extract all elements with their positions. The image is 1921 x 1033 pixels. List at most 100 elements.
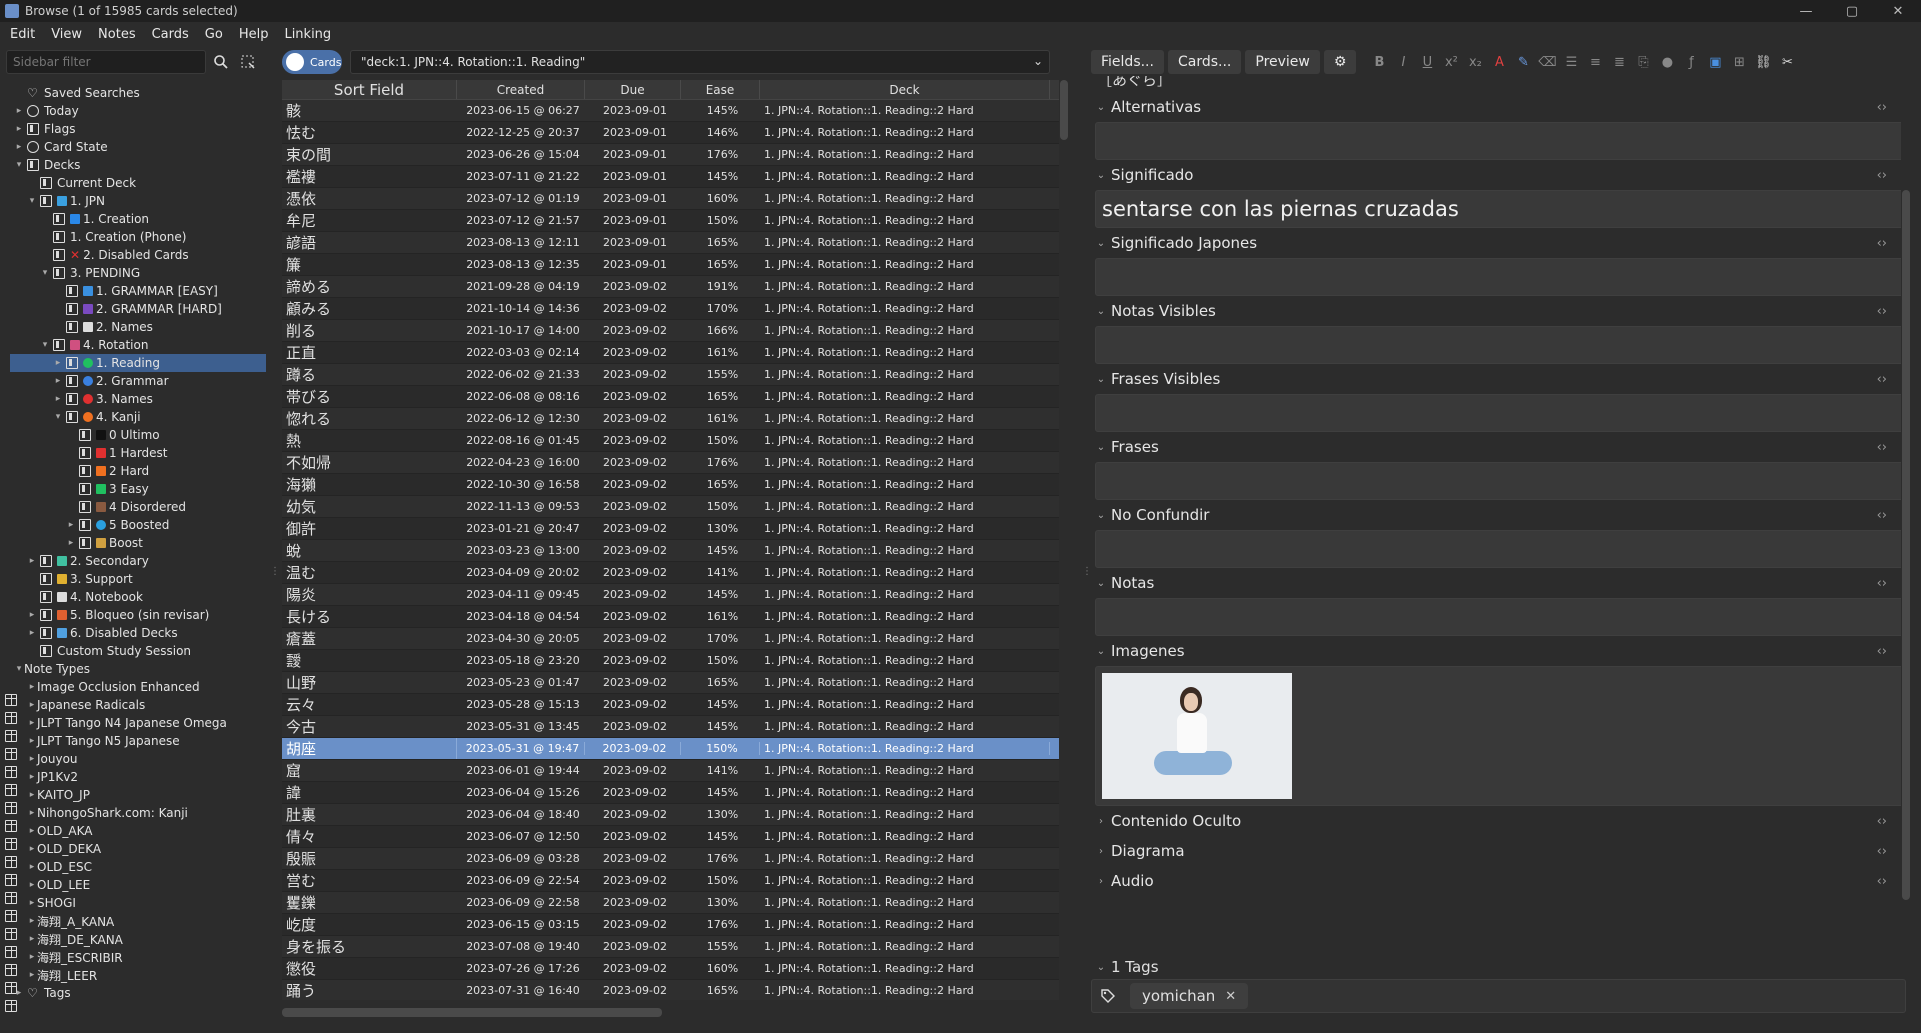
- table-row[interactable]: 営む 2023-06-09 @ 22:54 2023-09-02 150% 1. JPN…: [282, 870, 1059, 892]
- table-row[interactable]: 諦める 2021-09-28 @ 04:19 2023-09-02 191% 1. JP…: [282, 276, 1059, 298]
- field-input[interactable]: [1095, 530, 1901, 568]
- chevron-right-icon[interactable]: ▸: [27, 898, 37, 908]
- chevron-right-icon[interactable]: ▸: [27, 772, 37, 782]
- chevron-down-icon[interactable]: ⌄: [1091, 238, 1111, 249]
- preview-button[interactable]: Preview: [1245, 50, 1320, 74]
- chevron-right-icon[interactable]: ▸: [27, 880, 37, 890]
- table-row[interactable]: 云々 2023-05-28 @ 15:13 2023-09-02 145% 1. JPN…: [282, 694, 1059, 716]
- field-input[interactable]: [1095, 598, 1901, 636]
- table-row[interactable]: 惚れる 2022-06-12 @ 12:30 2023-09-02 161% 1. JP…: [282, 408, 1059, 430]
- sidebar-item[interactable]: ▾ Note Types: [0, 660, 275, 706]
- sidebar-item[interactable]: ▾ Decks: [0, 156, 275, 174]
- chevron-down-icon[interactable]: ⌄: [1091, 510, 1111, 521]
- sidebar-item[interactable]: ▸ JP1Kv2: [0, 768, 275, 814]
- table-row[interactable]: 御許 2023-01-21 @ 20:47 2023-09-02 130% 1. JPN…: [282, 518, 1059, 540]
- table-row[interactable]: 帯びる 2022-06-08 @ 08:16 2023-09-02 165% 1. JP…: [282, 386, 1059, 408]
- chevron-right-icon[interactable]: ▸: [27, 628, 37, 638]
- chevron-right-icon[interactable]: ▸: [14, 106, 24, 116]
- horizontal-scrollbar[interactable]: [282, 1008, 662, 1017]
- table-row[interactable]: 正直 2022-03-03 @ 02:14 2023-09-02 161% 1. JPN…: [282, 342, 1059, 364]
- chevron-right-icon[interactable]: ▸: [27, 808, 37, 818]
- chevron-right-icon[interactable]: ▸: [27, 736, 37, 746]
- sidebar-item[interactable]: ▸ OLD_LEE: [0, 876, 275, 922]
- sidebar-item[interactable]: ▸ NihongoShark.com: Kanji: [0, 804, 275, 850]
- sidebar-item[interactable]: ✕ 2. Disabled Cards: [0, 246, 275, 264]
- sidebar-item[interactable]: ▸ JLPT Tango N5 Japanese: [0, 732, 275, 778]
- table-row[interactable]: 不如帰 2022-04-23 @ 16:00 2023-09-02 176% 1. JP…: [282, 452, 1059, 474]
- sidebar-item[interactable]: ▸ 海翔_LEER: [0, 966, 275, 1012]
- unlink-icon[interactable]: ✂: [1776, 51, 1798, 73]
- column-deck[interactable]: Deck: [760, 80, 1050, 99]
- sidebar-item[interactable]: Current Deck: [0, 174, 275, 192]
- html-editor-icon[interactable]: ‹›: [1877, 874, 1887, 889]
- sidebar-item[interactable]: ▸ KAITO_JP: [0, 786, 275, 832]
- table-row[interactable]: 靉 2023-05-18 @ 23:20 2023-09-02 150% 1. JPN:…: [282, 650, 1059, 672]
- chevron-right-icon[interactable]: ▸: [27, 916, 37, 926]
- sidebar-item[interactable]: ▸ 2. Secondary: [0, 552, 275, 570]
- field-label[interactable]: ⌄ Notas Visibles ‹›: [1091, 296, 1901, 326]
- column-ease[interactable]: Ease: [681, 80, 760, 99]
- table-row[interactable]: 倩々 2023-06-07 @ 12:50 2023-09-02 145% 1. JPN…: [282, 826, 1059, 848]
- sidebar-item[interactable]: ▸ Today: [0, 102, 275, 120]
- field-input[interactable]: [1095, 258, 1901, 296]
- field-label[interactable]: ⌄ Notas ‹›: [1091, 568, 1901, 598]
- chevron-right-icon[interactable]: ▸: [27, 970, 37, 980]
- table-row[interactable]: 温む 2023-04-09 @ 20:02 2023-09-02 141% 1. JPN…: [282, 562, 1059, 584]
- gear-icon[interactable]: ⚙: [1323, 50, 1357, 74]
- sidebar-item[interactable]: ▾ 4. Kanji: [0, 408, 275, 426]
- html-editor-icon[interactable]: ‹›: [1877, 814, 1887, 829]
- sidebar-item[interactable]: ▸ Image Occlusion Enhanced: [0, 678, 275, 724]
- sidebar-item[interactable]: ▸ ♡ Tags: [0, 984, 275, 1002]
- table-row[interactable]: 肚裏 2023-06-04 @ 18:40 2023-09-02 130% 1. JPN…: [282, 804, 1059, 826]
- subscript-icon[interactable]: x₂: [1464, 51, 1486, 73]
- column-sort-field[interactable]: Sort Field: [282, 80, 457, 99]
- chevron-right-icon[interactable]: ▸: [27, 844, 37, 854]
- table-row[interactable]: 陽炎 2023-04-11 @ 09:45 2023-09-02 145% 1. JPN…: [282, 584, 1059, 606]
- table-row[interactable]: 瘡蓋 2023-04-30 @ 20:05 2023-09-02 170% 1. JPN…: [282, 628, 1059, 650]
- sidebar-item[interactable]: ▾ 3. PENDING: [0, 264, 275, 282]
- chevron-down-icon[interactable]: ▾: [14, 160, 24, 170]
- table-row[interactable]: 山野 2023-05-23 @ 01:47 2023-09-02 165% 1. JPN…: [282, 672, 1059, 694]
- table-row[interactable]: 幼気 2022-11-13 @ 09:53 2023-09-02 150% 1. JPN…: [282, 496, 1059, 518]
- sidebar-splitter[interactable]: ⋮: [270, 566, 280, 582]
- table-row[interactable]: 束の間 2023-06-26 @ 15:04 2023-09-01 176% 1. JP…: [282, 144, 1059, 166]
- sidebar-item[interactable]: ▸ SHOGI: [0, 894, 275, 940]
- table-row[interactable]: 殷賑 2023-06-09 @ 03:28 2023-09-02 176% 1. JPN…: [282, 848, 1059, 870]
- chevron-right-icon[interactable]: ▸: [27, 952, 37, 962]
- attach-icon[interactable]: ⎘: [1632, 51, 1654, 73]
- sidebar-item[interactable]: 0 Ultimo: [0, 426, 275, 444]
- chevron-right-icon[interactable]: ▸: [14, 988, 24, 998]
- chevron-down-icon[interactable]: ⌄: [1091, 102, 1111, 113]
- editor-scrollbar[interactable]: [1902, 190, 1910, 900]
- bold-icon[interactable]: B: [1368, 51, 1390, 73]
- sidebar-item[interactable]: 1. GRAMMAR [EASY]: [0, 282, 275, 300]
- vertical-scrollbar[interactable]: [1060, 80, 1068, 140]
- html-editor-icon[interactable]: ‹›: [1877, 644, 1887, 659]
- table-row[interactable]: 海獺 2022-10-30 @ 16:58 2023-09-02 165% 1. JPN…: [282, 474, 1059, 496]
- chevron-right-icon[interactable]: ▸: [66, 520, 76, 530]
- chevron-down-icon[interactable]: ▾: [40, 268, 50, 278]
- field-label[interactable]: ⌄ Alternativas ‹›: [1091, 92, 1901, 122]
- chevron-right-icon[interactable]: ▸: [27, 700, 37, 710]
- table-row[interactable]: 屹度 2023-06-15 @ 03:15 2023-09-02 176% 1. JPN…: [282, 914, 1059, 936]
- chevron-down-icon[interactable]: ▾: [40, 340, 50, 350]
- field-label[interactable]: ⌄ No Confundir ‹›: [1091, 500, 1901, 530]
- table-row[interactable]: 長ける 2023-04-18 @ 04:54 2023-09-02 161% 1. JP…: [282, 606, 1059, 628]
- eraser-icon[interactable]: ⌫: [1536, 51, 1558, 73]
- html-editor-icon[interactable]: ‹›: [1877, 372, 1887, 387]
- sidebar-item[interactable]: ▾ 1. JPN: [0, 192, 275, 210]
- sidebar-item[interactable]: ▸ JLPT Tango N4 Japanese Omega: [0, 714, 275, 760]
- sidebar-item[interactable]: ♡ Saved Searches: [0, 84, 275, 102]
- chevron-right-icon[interactable]: ▸: [27, 682, 37, 692]
- table-row[interactable]: 熱 2022-08-16 @ 01:45 2023-09-02 150% 1. JPN:…: [282, 430, 1059, 452]
- chevron-right-icon[interactable]: ›: [1091, 816, 1111, 827]
- sidebar-item[interactable]: ▾ 4. Rotation: [0, 336, 275, 354]
- sidebar-item[interactable]: ▸ 1. Reading: [10, 354, 266, 372]
- menu-cards[interactable]: Cards: [144, 27, 197, 42]
- table-row[interactable]: 踊う 2023-07-31 @ 16:40 2023-09-02 165% 1. JPN…: [282, 980, 1059, 1000]
- table-row[interactable]: 諱 2023-06-04 @ 15:26 2023-09-02 145% 1. JPN:…: [282, 782, 1059, 804]
- search-icon[interactable]: [213, 54, 229, 70]
- menu-linking[interactable]: Linking: [276, 27, 339, 42]
- chevron-right-icon[interactable]: ▸: [27, 556, 37, 566]
- sidebar-filter-input[interactable]: [6, 50, 206, 74]
